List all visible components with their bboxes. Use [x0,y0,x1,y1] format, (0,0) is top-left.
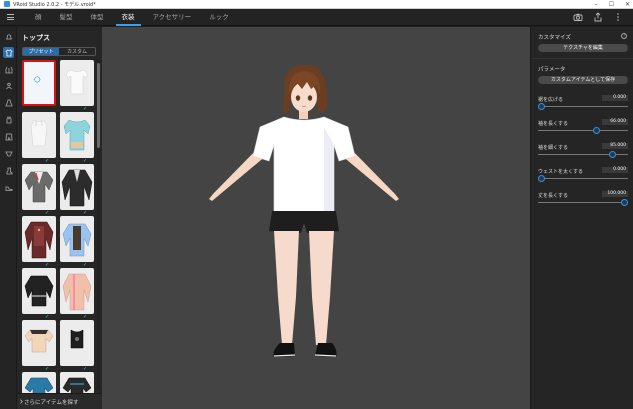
item-thumbnail[interactable] [22,164,56,210]
param-label: 丈を長くする [538,193,569,199]
app-icon [4,1,10,7]
item-thumbnail[interactable] [22,372,56,394]
tab-body[interactable]: 体型 [82,9,113,26]
item-thumbnail[interactable] [60,320,94,366]
param-slider-track[interactable] [538,130,628,131]
section-divider [531,58,633,59]
param-slider-knob[interactable] [593,127,600,134]
find-more-items-label: さらにアイテムを探す [24,400,79,406]
save-as-custom-item-button[interactable]: カスタムアイテムとして保存 [538,76,628,84]
parameters-heading: パラメータ [538,67,566,73]
more-options-icon[interactable] [613,12,623,22]
item-list-panel: トップス プリセット カスタム ✓ ✓ ✓ ✓ ✓ ✓ ✓ ✓ ✓ ✓ ✓ [17,27,102,409]
camera-icon[interactable] [573,12,583,22]
param-label: 袖を細くする [538,145,569,151]
param-slider-knob[interactable] [621,199,628,206]
item-list-scrollbar[interactable] [97,63,100,148]
segment-preset[interactable]: プリセット [23,48,59,55]
param-value-field[interactable]: 100.000 [602,191,628,197]
shoes-icon[interactable] [3,182,14,193]
hamburger-menu-icon[interactable] [7,14,14,20]
tab-face[interactable]: 顔 [26,9,51,26]
item-thumbnail[interactable] [22,216,56,262]
underwear-icon[interactable] [3,148,14,159]
preset-custom-toggle: プリセット カスタム [22,47,96,56]
param-hem-width: 裾を広げる 0.000 [538,95,628,114]
item-thumbnail[interactable] [22,320,56,366]
tops-icon[interactable] [3,47,14,58]
param-length: 丈を長くする 100.000 [538,191,628,210]
param-value-field[interactable]: 0.000 [602,167,628,173]
avatar-model [209,64,399,357]
item-thumbnail[interactable] [60,216,94,262]
find-more-items-button[interactable]: さらにアイテムを探す [17,393,102,409]
param-label: 裾を広げる [538,97,564,103]
export-icon[interactable] [593,12,603,22]
segment-custom[interactable]: カスタム [59,48,95,55]
hat-icon[interactable] [3,31,14,42]
category-rail [0,27,17,409]
item-thumbnail[interactable] [60,268,94,314]
item-thumbnail[interactable] [60,372,94,394]
param-slider-track[interactable] [538,106,628,107]
param-slider-knob[interactable] [538,175,545,182]
item-thumbnail[interactable] [60,112,94,158]
param-value-field[interactable]: 66.000 [602,119,628,125]
close-icon[interactable]: ✕ [625,0,630,9]
param-label: ウェストを太くする [538,169,584,175]
item-thumbnail[interactable] [22,268,56,314]
param-sleeve-thinness: 袖を細くする 85.000 [538,143,628,162]
minimize-icon[interactable]: – [595,0,598,9]
param-waist-width: ウェストを太くする 0.000 [538,167,628,186]
panel-title: トップス [22,34,50,42]
maximize-icon[interactable]: ☐ [609,0,614,9]
socks-icon[interactable] [3,165,14,176]
main-tabs: 顔 髪型 体型 衣装 アクセサリー ルック [26,9,238,26]
param-slider-knob[interactable] [609,151,616,158]
onepiece-icon[interactable] [3,97,14,108]
edit-texture-button[interactable]: テクスチャを編集 [538,44,628,52]
window-title: VRoid Studio 2.0.2 - モデル.vroid* [13,1,96,8]
item-thumbnail[interactable] [60,60,94,106]
param-slider-knob[interactable] [538,103,545,110]
customize-heading: カスタマイズ [538,35,571,41]
properties-panel: カスタマイズ ? テクスチャを編集 パラメータ カスタムアイテムとして保存 裾を… [530,27,633,409]
tab-outfit[interactable]: 衣装 [113,9,144,26]
param-value-field[interactable]: 0.000 [602,95,628,101]
3d-viewport[interactable] [102,27,530,409]
bottoms-icon[interactable] [3,131,14,142]
window-titlebar: VRoid Studio 2.0.2 - モデル.vroid* – ☐ ✕ [0,0,633,9]
param-slider-track[interactable] [538,202,628,203]
chevron-right-icon [20,399,23,404]
param-slider-track[interactable] [538,178,628,179]
body-icon[interactable] [3,80,14,91]
tab-look[interactable]: ルック [200,9,238,26]
param-value-field[interactable]: 85.000 [602,143,628,149]
tab-accessory[interactable]: アクセサリー [144,9,201,26]
glove-icon[interactable] [3,114,14,125]
jacket-icon[interactable] [3,64,14,75]
item-thumbnail[interactable] [22,112,56,158]
param-sleeve-length: 袖を長くする 66.000 [538,119,628,138]
app-header: 顔 髪型 体型 衣装 アクセサリー ルック [0,9,633,26]
item-thumbnail-none[interactable] [22,60,56,106]
item-thumbnail[interactable] [60,164,94,210]
tab-hair[interactable]: 髪型 [51,9,82,26]
help-icon[interactable]: ? [621,33,627,39]
param-label: 袖を長くする [538,121,569,127]
